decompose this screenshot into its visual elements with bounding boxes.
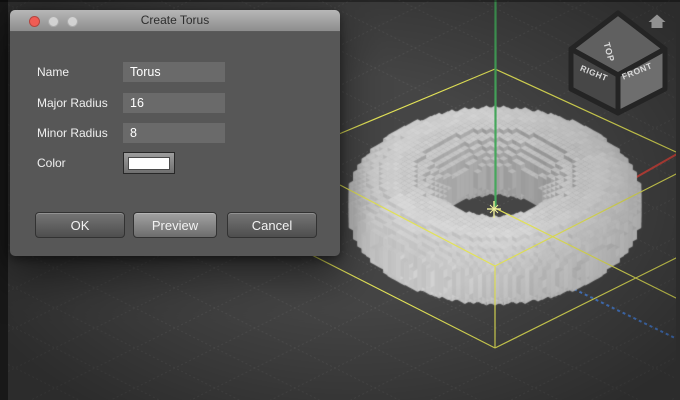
- app-window: TOP RIGHT FRONT Create Torus Name Major …: [0, 0, 680, 400]
- home-icon[interactable]: [649, 15, 666, 29]
- create-torus-dialog: Create Torus Name Major Radius Minor Rad…: [10, 10, 340, 256]
- major-radius-label: Major Radius: [37, 93, 108, 113]
- color-swatch: [128, 157, 170, 170]
- name-input[interactable]: [123, 62, 225, 82]
- major-radius-input[interactable]: [123, 93, 225, 113]
- ok-button[interactable]: OK: [35, 212, 125, 238]
- color-label: Color: [37, 153, 66, 173]
- minor-radius-label: Minor Radius: [37, 123, 108, 143]
- cancel-button[interactable]: Cancel: [227, 212, 317, 238]
- dialog-titlebar[interactable]: Create Torus: [10, 10, 340, 32]
- viewport-right-border: [676, 0, 680, 400]
- viewport-left-border: [0, 0, 8, 400]
- viewport-top-border: [0, 0, 680, 2]
- name-label: Name: [37, 62, 69, 82]
- color-picker-button[interactable]: [123, 152, 175, 174]
- dialog-title: Create Torus: [10, 10, 340, 31]
- preview-button[interactable]: Preview: [133, 212, 217, 238]
- minor-radius-input[interactable]: [123, 123, 225, 143]
